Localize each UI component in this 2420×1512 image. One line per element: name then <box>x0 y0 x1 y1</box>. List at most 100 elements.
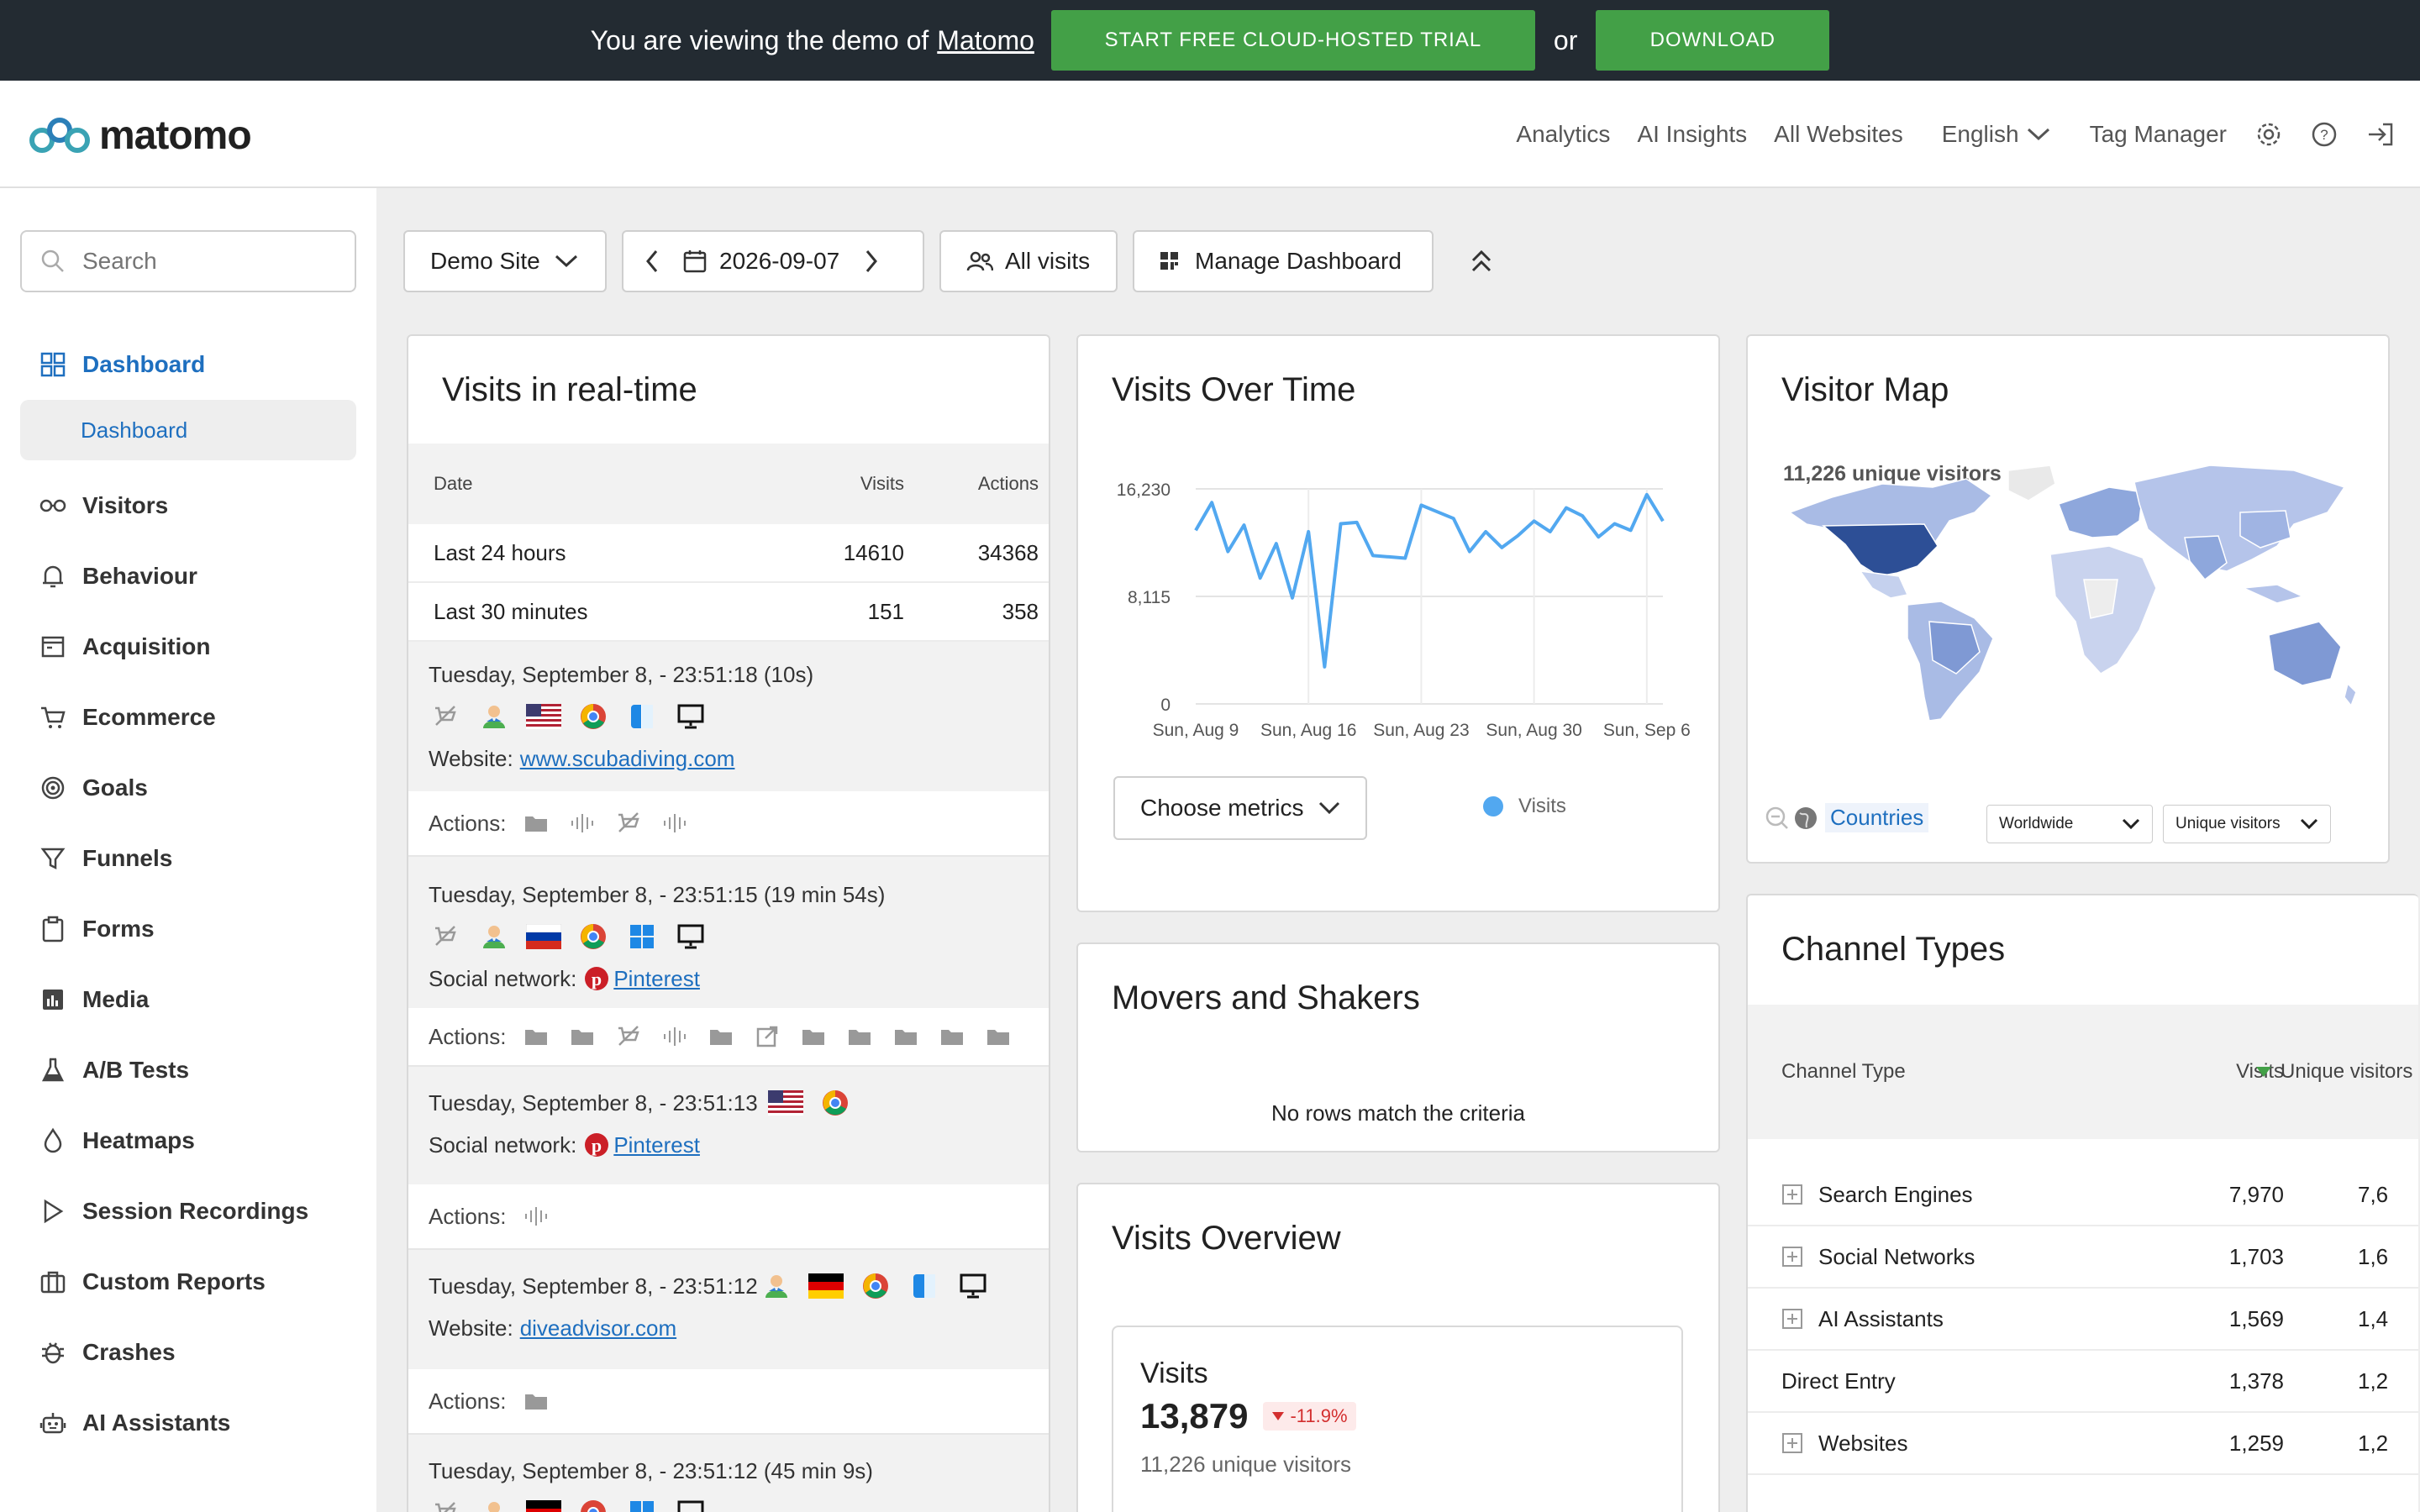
event-icon[interactable] <box>658 806 692 840</box>
site-selector[interactable]: Demo Site <box>403 230 607 292</box>
top-header: matomo Analytics AI Insights All Website… <box>0 81 2420 188</box>
folder-icon[interactable] <box>935 1020 969 1053</box>
folder-icon[interactable] <box>704 1020 738 1053</box>
europe-region[interactable] <box>2058 486 2144 538</box>
expand-icon[interactable] <box>1781 1413 1803 1473</box>
date-selector[interactable]: 2026-09-07 <box>622 230 924 292</box>
event-icon[interactable] <box>566 806 599 840</box>
folder-icon[interactable] <box>566 1020 599 1053</box>
sidebar-subitem-dashboard[interactable]: Dashboard <box>20 400 356 460</box>
zoom-out-icon[interactable] <box>1765 806 1790 831</box>
folder-icon[interactable] <box>519 1384 553 1418</box>
event-icon[interactable] <box>658 1020 692 1053</box>
visits-line-chart[interactable]: 16,230 8,115 0 Sun, Aug 9 Sun, Aug 16 Sun, Au… <box>1078 462 1720 748</box>
language-select[interactable]: English <box>1942 121 2051 148</box>
table-row[interactable]: Websites 1,259 1,2 <box>1748 1413 2418 1475</box>
india-region[interactable] <box>2184 535 2228 581</box>
folder-icon[interactable] <box>843 1020 876 1053</box>
greenland-region[interactable] <box>2007 465 2056 501</box>
folder-icon[interactable] <box>889 1020 923 1053</box>
referrer-link[interactable]: Pinterest <box>613 1132 700 1158</box>
download-button[interactable]: DOWNLOAD <box>1596 10 1830 71</box>
returning-visitor-icon <box>477 700 511 733</box>
table-row[interactable]: Social Networks 1,703 1,6 <box>1748 1226 2418 1289</box>
matomo-logo[interactable]: matomo <box>29 113 252 159</box>
sidebar-item-crashes[interactable]: Crashes <box>20 1317 356 1388</box>
referrer-link[interactable]: diveadvisor.com <box>520 1315 676 1341</box>
sidebar-item-media[interactable]: Media <box>20 964 356 1035</box>
sidebar-item-goals[interactable]: Goals <box>20 753 356 823</box>
chevron-right-icon[interactable] <box>863 249 880 274</box>
table-row[interactable]: Search Engines 7,970 7,6 <box>1748 1164 2418 1226</box>
countries-link[interactable]: Countries <box>1825 803 1929 832</box>
australia-region[interactable] <box>2268 621 2342 686</box>
chart-legend[interactable]: Visits <box>1483 795 1566 818</box>
table-row[interactable]: Direct Entry 1,378 1,2 <box>1748 1351 2418 1413</box>
row-visits: 1,378 <box>2228 1368 2284 1394</box>
sidebar-item-ab-tests[interactable]: A/B Tests <box>20 1035 356 1105</box>
visit-entry[interactable]: Tuesday, September 8, - 23:51:15 (19 min… <box>408 857 1049 1008</box>
world-map[interactable] <box>1773 454 2361 731</box>
help-icon[interactable]: ? <box>2311 121 2338 148</box>
map-metric-select[interactable]: Unique visitors <box>2163 805 2331 843</box>
visit-entry[interactable]: Tuesday, September 8, - 23:51:13 Social … <box>408 1067 1049 1184</box>
sidebar-item-custom-reports[interactable]: Custom Reports <box>20 1247 356 1317</box>
outlink-icon[interactable] <box>750 1020 784 1053</box>
sidebar-item-session-recordings[interactable]: Session Recordings <box>20 1176 356 1247</box>
folder-icon[interactable] <box>797 1020 830 1053</box>
collapse-icon[interactable] <box>1469 247 1494 276</box>
chevron-left-icon[interactable] <box>644 249 660 274</box>
folder-icon[interactable] <box>519 806 553 840</box>
search-box[interactable] <box>20 230 356 292</box>
manage-dashboard-button[interactable]: Manage Dashboard <box>1133 230 1434 292</box>
region-select[interactable]: Worldwide <box>1986 805 2153 843</box>
visit-entry[interactable]: Tuesday, September 8, - 23:51:18 (10s) W… <box>408 642 1049 791</box>
usa-region[interactable] <box>1821 523 1939 577</box>
sidebar-item-visitors[interactable]: Visitors <box>20 470 356 541</box>
folder-icon[interactable] <box>519 1020 553 1053</box>
sidebar-item-funnels[interactable]: Funnels <box>20 823 356 894</box>
nav-ai-insights[interactable]: AI Insights <box>1637 121 1747 148</box>
column-unique-visitors[interactable]: Unique visitors <box>2255 1005 2412 1139</box>
legend-swatch <box>1483 796 1503 816</box>
sidebar-item-dashboard[interactable]: Dashboard <box>20 329 356 400</box>
nav-analytics[interactable]: Analytics <box>1516 121 1610 148</box>
visits-kpi-card[interactable]: Visits 13,879 -11.9% 11,226 unique visit… <box>1112 1326 1683 1512</box>
visit-entry[interactable]: Tuesday, September 8, - 23:51:12 (45 min… <box>408 1435 1049 1512</box>
asia-region[interactable] <box>2133 465 2346 572</box>
sidebar-item-acquisition[interactable]: Acquisition <box>20 612 356 682</box>
matomo-link[interactable]: Matomo <box>937 25 1034 56</box>
nav-tag-manager[interactable]: Tag Manager <box>2090 121 2227 148</box>
expand-icon[interactable] <box>1781 1226 1803 1287</box>
trial-button[interactable]: START FREE CLOUD-HOSTED TRIAL <box>1050 10 1535 71</box>
nav-all-websites[interactable]: All Websites <box>1774 121 1903 148</box>
event-icon[interactable] <box>519 1200 553 1233</box>
table-row[interactable]: AI Assistants 1,569 1,4 <box>1748 1289 2418 1351</box>
sign-out-icon[interactable] <box>2366 121 2395 148</box>
gear-icon[interactable] <box>2255 121 2282 148</box>
folder-icon[interactable] <box>981 1020 1015 1053</box>
referrer-link[interactable]: Pinterest <box>613 966 700 992</box>
choose-metrics-button[interactable]: Choose metrics <box>1113 776 1367 840</box>
dashboard-icon <box>39 350 67 379</box>
sidebar-item-forms[interactable]: Forms <box>20 894 356 964</box>
no-cart-icon[interactable] <box>612 1020 645 1053</box>
visit-entry[interactable]: Tuesday, September 8, - 23:51:12 Website… <box>408 1250 1049 1369</box>
sidebar-item-behaviour[interactable]: Behaviour <box>20 541 356 612</box>
realtime-widget: Visits in real-time Date Visits Actions … <box>407 334 1050 1512</box>
no-cart-icon[interactable] <box>612 806 645 840</box>
segment-selector[interactable]: All visits <box>939 230 1118 292</box>
new-zealand-region[interactable] <box>2344 682 2357 707</box>
referrer-link[interactable]: www.scubadiving.com <box>520 746 735 772</box>
expand-icon[interactable] <box>1781 1289 1803 1349</box>
mexico-region[interactable] <box>1859 570 1909 599</box>
visit-actions: Actions: <box>408 1369 1049 1435</box>
windows-icon <box>625 1496 659 1512</box>
sidebar-item-heatmaps[interactable]: Heatmaps <box>20 1105 356 1176</box>
sidebar-item-ai-assistants[interactable]: AI Assistants <box>20 1388 356 1458</box>
sidebar-item-label: Goals <box>82 774 148 801</box>
sidebar-item-ecommerce[interactable]: Ecommerce <box>20 682 356 753</box>
expand-icon[interactable] <box>1781 1164 1803 1225</box>
search-input[interactable] <box>82 248 334 275</box>
indonesia-region[interactable] <box>2241 584 2305 604</box>
